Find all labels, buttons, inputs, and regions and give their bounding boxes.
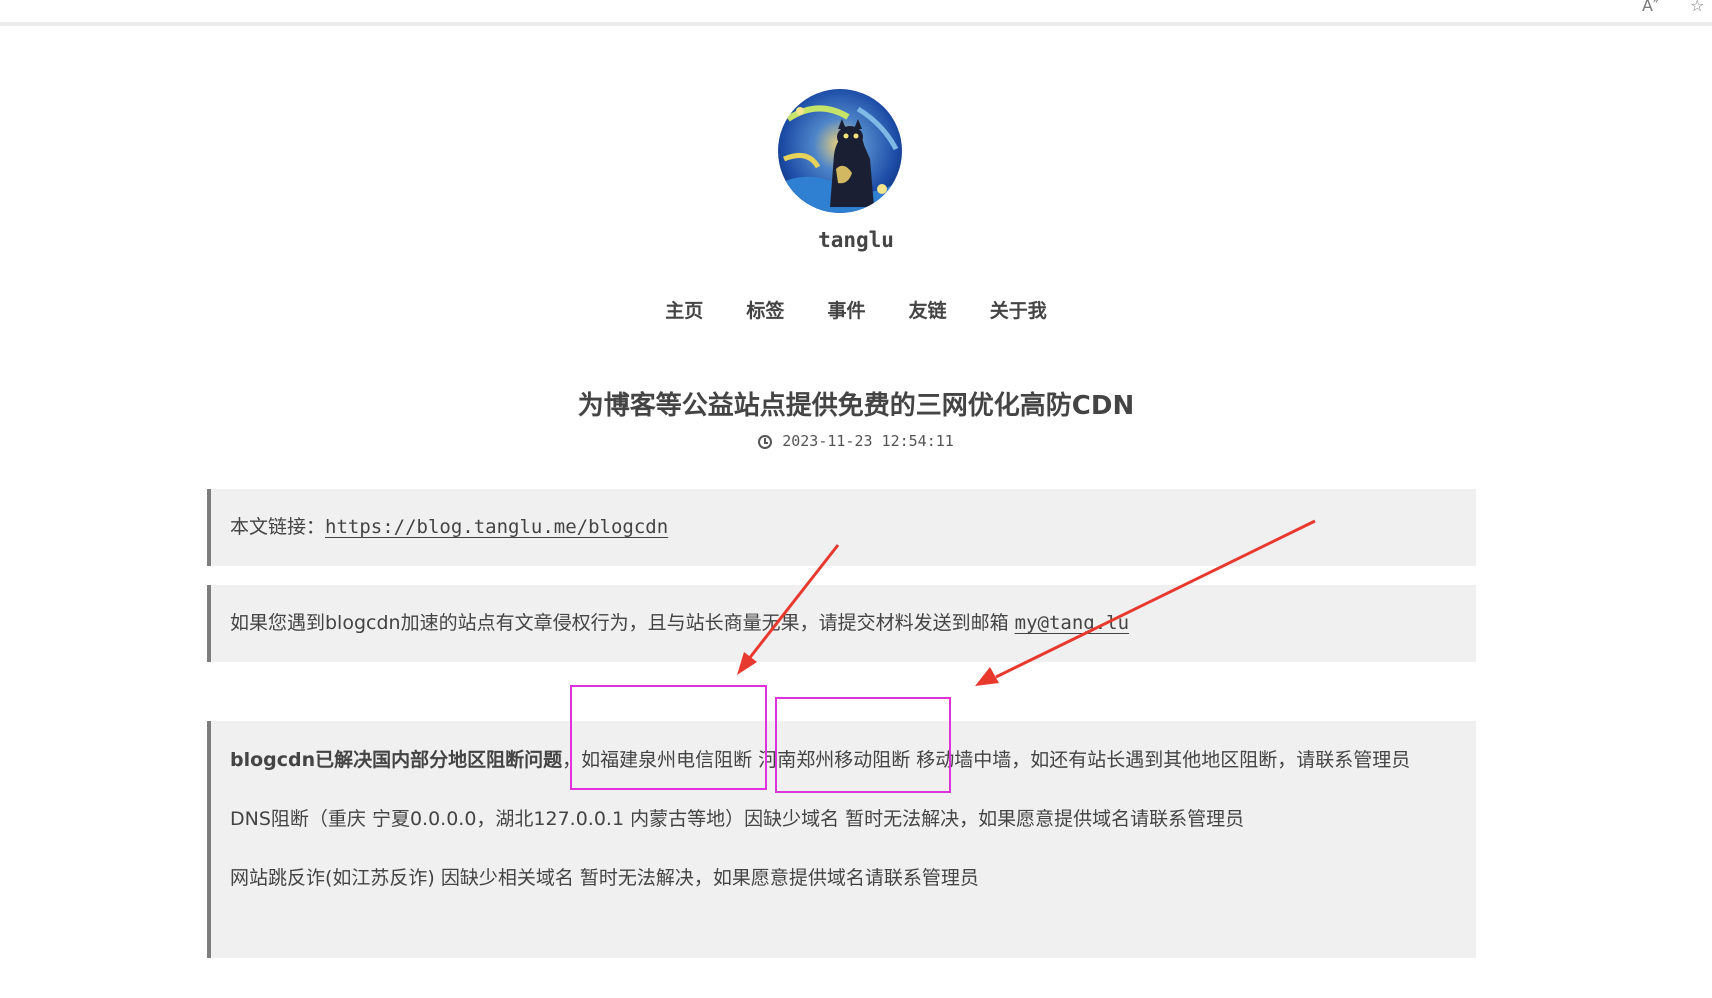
browser-toolbar: A″ ☆: [0, 0, 1712, 26]
blocking-paragraph-3: 网站跳反诈(如江苏反诈) 因缺少相关域名 暂时无法解决，如果愿意提供域名请联系管…: [230, 867, 979, 889]
site-name[interactable]: tanglu: [0, 228, 1712, 252]
post-date-text: 2023-11-23 12:54:11: [782, 432, 954, 450]
blocking-info-quote: blogcdn已解决国内部分地区阻断问题，如福建泉州电信阻断 河南郑州移动阻断 …: [207, 721, 1476, 958]
post-title: 为博客等公益站点提供免费的三网优化高防CDN: [577, 391, 1135, 421]
blocking-paragraph-1: blogcdn已解决国内部分地区阻断问题，如福建泉州电信阻断 河南郑州移动阻断 …: [230, 741, 1476, 780]
permalink-link[interactable]: https://blog.tanglu.me/blogcdn: [325, 516, 668, 538]
blocking-paragraph-1-text: ，如福建泉州电信阻断 河南郑州移动阻断 移动墙中墙，如还有站长遇到其他地区阻断，…: [562, 749, 1411, 771]
avatar[interactable]: [778, 89, 902, 213]
favorite-star-icon[interactable]: ☆: [1690, 0, 1704, 15]
permalink-quote: 本文链接：https://blog.tanglu.me/blogcdn: [207, 489, 1476, 566]
blocking-heading: blogcdn已解决国内部分地区阻断问题: [230, 749, 563, 771]
blocking-paragraph-2: DNS阻断（重庆 宁夏0.0.0.0，湖北127.0.0.1 内蒙古等地）因缺少…: [230, 808, 1245, 830]
main-nav: 主页 标签 事件 友链 关于我: [0, 296, 1712, 323]
history-clock-icon: [758, 435, 773, 449]
avatar-image-icon: [778, 89, 902, 213]
nav-events[interactable]: 事件: [827, 296, 865, 323]
copyright-notice-quote: 如果您遇到blogcdn加速的站点有文章侵权行为，且与站长商量无果，请提交材料发…: [207, 585, 1476, 662]
read-aloud-icon[interactable]: A″: [1642, 0, 1659, 15]
post-date: 2023-11-23 12:54:11: [0, 432, 1712, 450]
nav-tags[interactable]: 标签: [746, 296, 784, 323]
contact-email-link[interactable]: my@tang.lu: [1015, 612, 1129, 634]
nav-about[interactable]: 关于我: [990, 296, 1047, 323]
copyright-notice-text: 如果您遇到blogcdn加速的站点有文章侵权行为，且与站长商量无果，请提交材料发…: [230, 612, 1015, 634]
permalink-label: 本文链接：: [230, 516, 326, 538]
nav-friend-links[interactable]: 友链: [909, 296, 947, 323]
nav-home[interactable]: 主页: [665, 296, 703, 323]
